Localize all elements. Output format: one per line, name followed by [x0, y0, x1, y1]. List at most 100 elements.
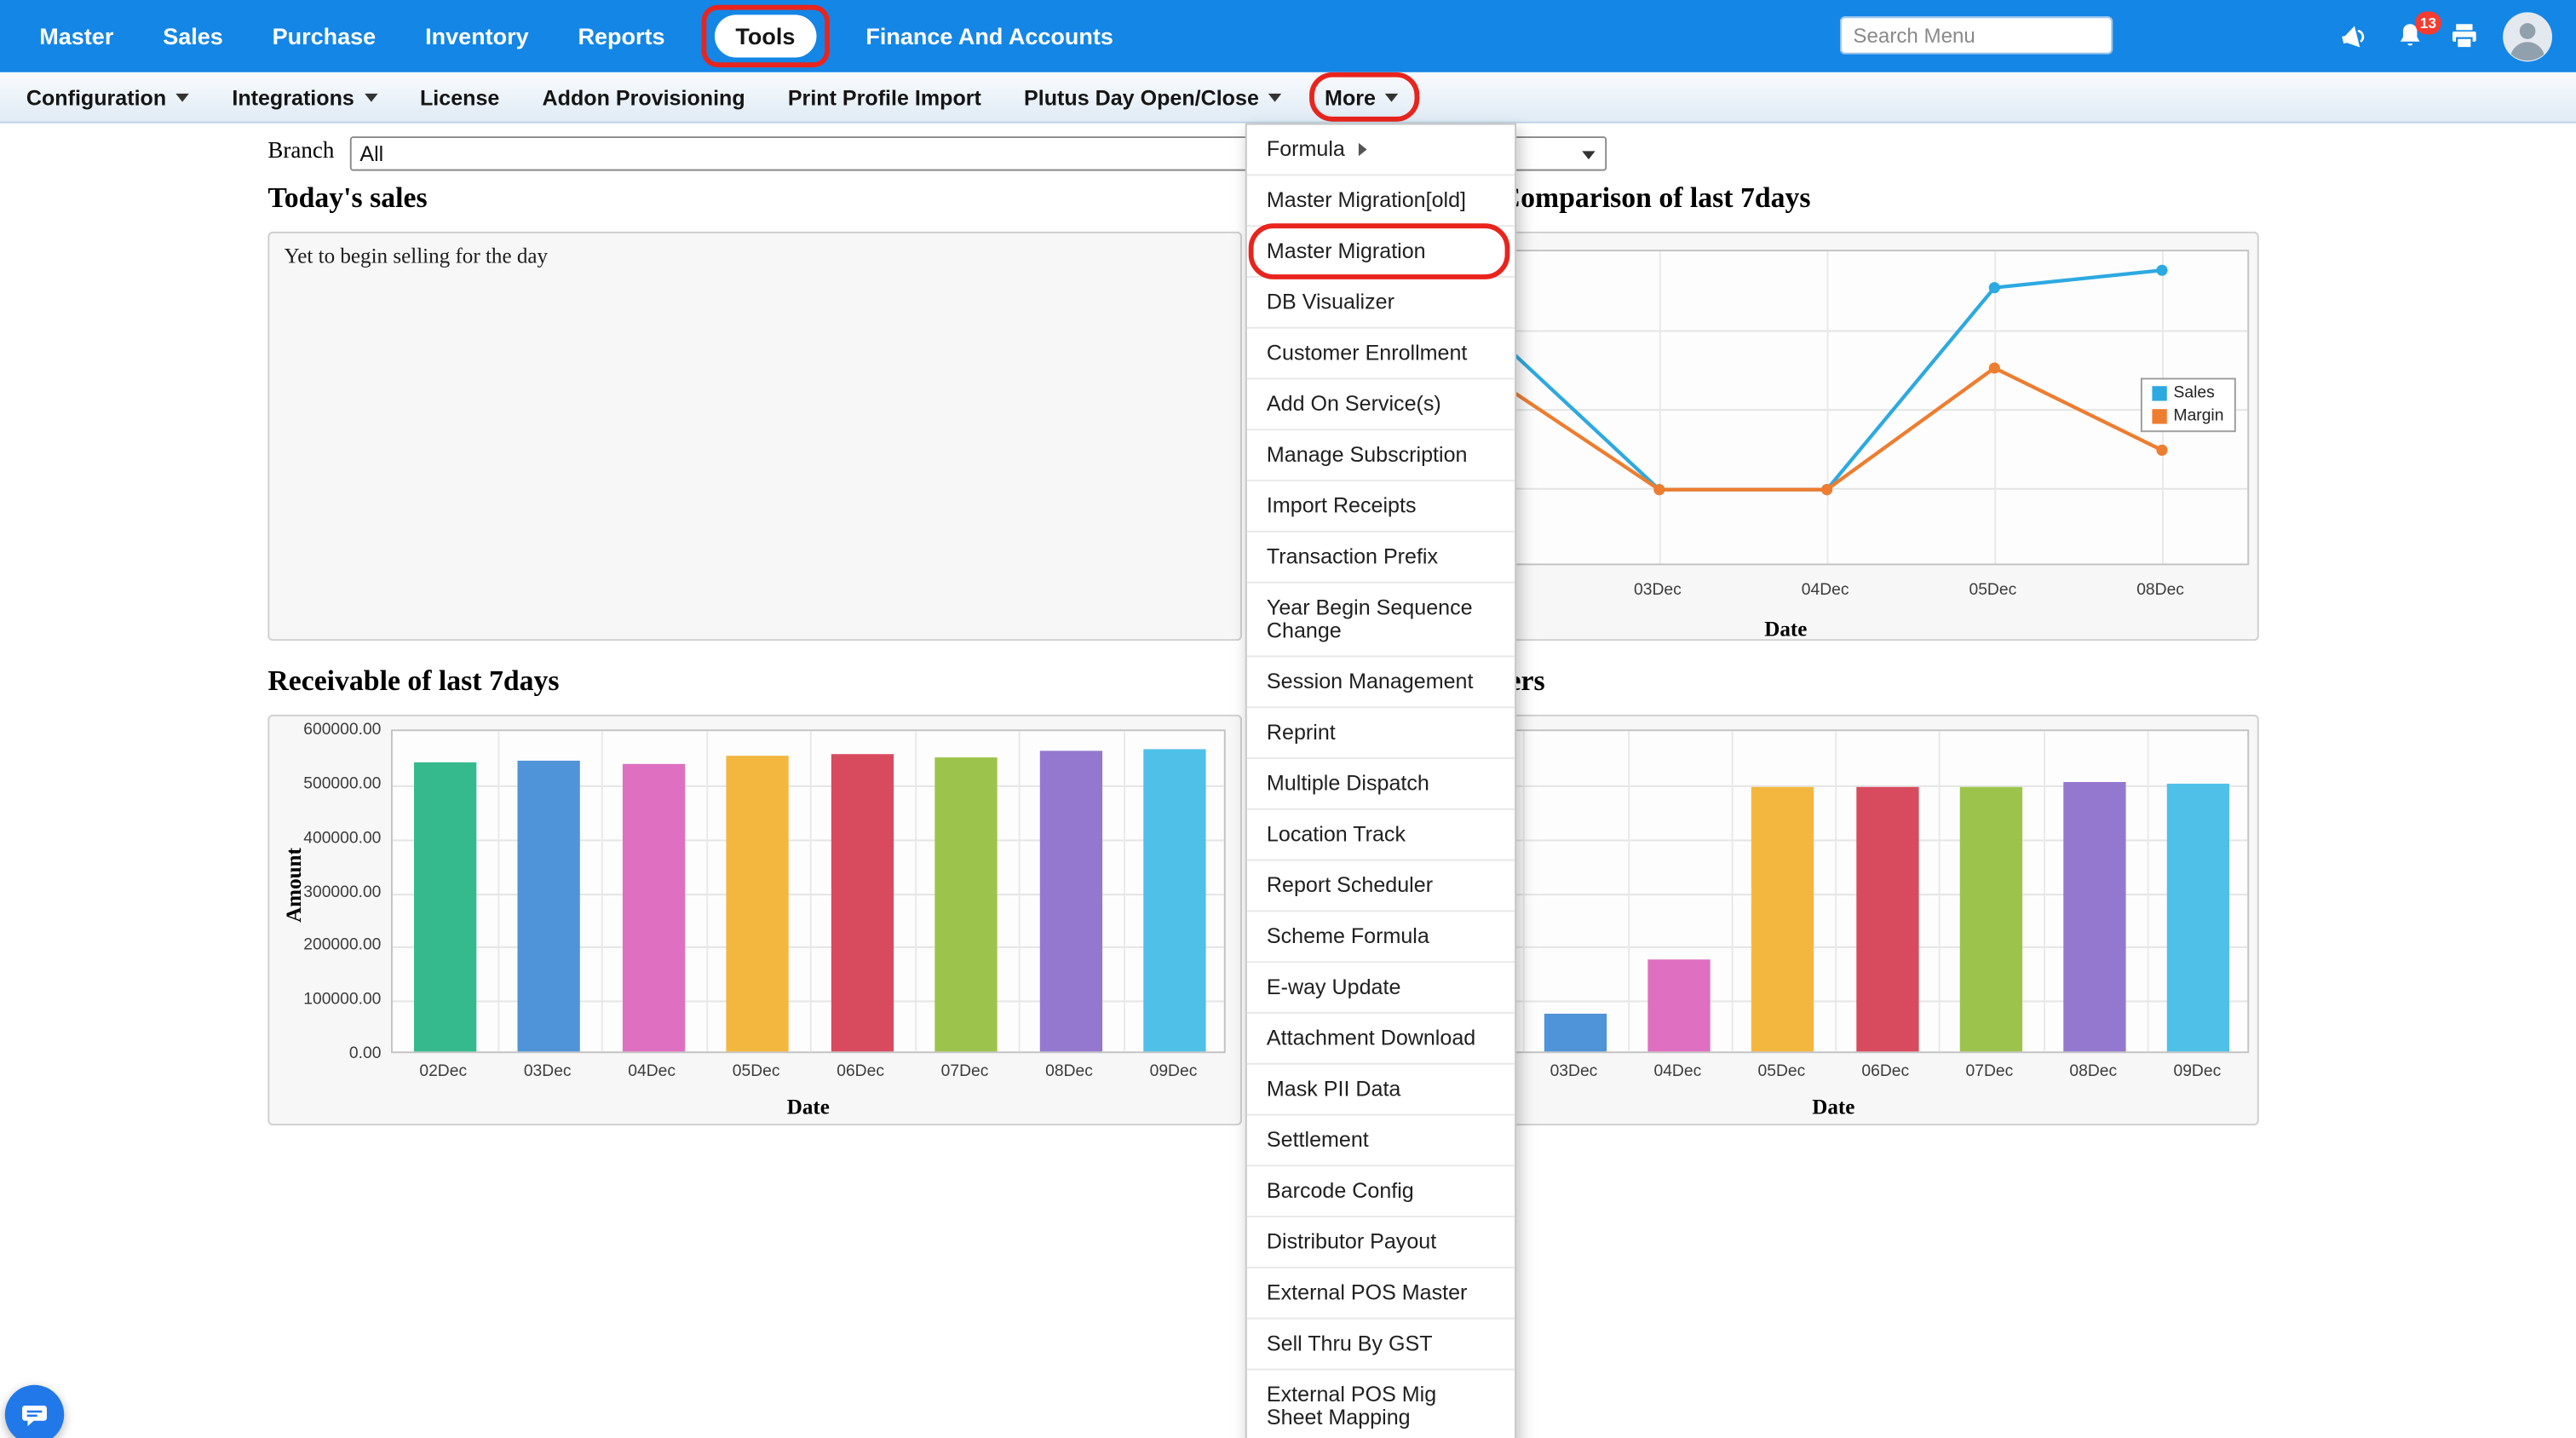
- menu-item-external-pos-master[interactable]: External POS Master: [1247, 1268, 1515, 1320]
- notification-badge: 13: [2415, 11, 2441, 34]
- menu-item-label: Barcode Config: [1267, 1180, 1414, 1203]
- menu-item-e-way-update[interactable]: E-way Update: [1247, 963, 1515, 1014]
- menu-item-manage-subscription[interactable]: Manage Subscription: [1247, 430, 1515, 481]
- menu-item-attachment-download[interactable]: Attachment Download: [1247, 1014, 1515, 1065]
- chat-widget-button[interactable]: [5, 1385, 64, 1438]
- printer-icon[interactable]: [2448, 20, 2481, 53]
- menu-item-distributor-payout[interactable]: Distributor Payout: [1247, 1217, 1515, 1268]
- bell-icon[interactable]: 13: [2394, 20, 2427, 53]
- chevron-down-icon: [1268, 93, 1281, 101]
- menu-item-external-pos-mig-sheet-mapping[interactable]: External POS Mig Sheet Mapping: [1247, 1370, 1515, 1438]
- subnav: Configuration Integrations License Addon Pr…: [0, 72, 2576, 124]
- menu-item-sell-thru-by-gst[interactable]: Sell Thru By GST: [1247, 1320, 1515, 1371]
- gridline: [1835, 731, 1837, 1051]
- receivable-plot: [391, 729, 1226, 1053]
- menu-item-master-migration-old[interactable]: Master Migration[old]: [1247, 175, 1515, 227]
- subnav-item-configuration[interactable]: Configuration: [26, 84, 189, 109]
- customers-plot: [1417, 729, 2249, 1053]
- menu-item-label: External POS Master: [1267, 1281, 1467, 1304]
- y-tick: 300000.00: [273, 883, 381, 901]
- topnav-item-inventory[interactable]: Inventory: [425, 23, 529, 49]
- menu-item-session-management[interactable]: Session Management: [1247, 657, 1515, 708]
- menu-item-mask-pii-data[interactable]: Mask PII Data: [1247, 1065, 1515, 1116]
- subnav-item-integrations[interactable]: Integrations: [232, 84, 377, 109]
- subnav-item-label: Plutus Day Open/Close: [1024, 84, 1259, 109]
- subnav-item-print-profile-import[interactable]: Print Profile Import: [788, 84, 981, 109]
- menu-item-multiple-dispatch[interactable]: Multiple Dispatch: [1247, 759, 1515, 810]
- topnav-item-purchase[interactable]: Purchase: [273, 23, 377, 49]
- bar-05Dec: [727, 756, 789, 1051]
- y-tick: 0.00: [273, 1045, 381, 1063]
- subnav-item-label: Configuration: [26, 84, 166, 109]
- gridline: [810, 731, 812, 1051]
- menu-item-formula[interactable]: Formula: [1247, 125, 1515, 176]
- menu-item-location-track[interactable]: Location Track: [1247, 810, 1515, 861]
- x-tick-03Dec: 03Dec: [1521, 1063, 1625, 1081]
- x-tick-06Dec: 06Dec: [1833, 1063, 1937, 1081]
- line-sales: [1492, 270, 2162, 489]
- menu-item-transaction-prefix[interactable]: Transaction Prefix: [1247, 532, 1515, 584]
- x-tick-04Dec: 04Dec: [600, 1063, 704, 1081]
- subnav-item-addon-provisioning[interactable]: Addon Provisioning: [543, 84, 745, 109]
- menu-item-import-receipts[interactable]: Import Receipts: [1247, 481, 1515, 532]
- topnav-item-reports[interactable]: Reports: [578, 23, 664, 49]
- menu-item-label: Location Track: [1267, 823, 1406, 846]
- menu-item-db-visualizer[interactable]: DB Visualizer: [1247, 278, 1515, 329]
- search-input[interactable]: [1840, 16, 2113, 54]
- point-margin-05Dec: [1989, 362, 2000, 373]
- point-margin-03Dec: [1653, 484, 1665, 495]
- x-tick-02Dec: 02Dec: [391, 1063, 495, 1081]
- menu-item-label: E-way Update: [1267, 976, 1400, 999]
- subnav-item-license[interactable]: License: [420, 84, 499, 109]
- customers-x-axis-label: Date: [1417, 1094, 2249, 1120]
- y-tick: 600000.00: [273, 722, 381, 739]
- menu-item-label: Scheme Formula: [1267, 925, 1429, 948]
- gridline: [1939, 731, 1941, 1051]
- subnav-item-plutus-day-open-close[interactable]: Plutus Day Open/Close: [1024, 84, 1282, 109]
- app-screen: Master Sales Purchase Inventory Reports Tools…: [0, 0, 2576, 1437]
- menu-item-customer-enrollment[interactable]: Customer Enrollment: [1247, 329, 1515, 380]
- topnav-item-sales[interactable]: Sales: [163, 23, 223, 49]
- point-margin-04Dec: [1821, 484, 1832, 495]
- topnav-item-tools[interactable]: Tools: [714, 14, 816, 57]
- menu-item-master-migration[interactable]: Master Migration: [1247, 227, 1515, 278]
- x-tick-03Dec: 03Dec: [495, 1063, 599, 1081]
- bar-07Dec: [1960, 787, 2022, 1051]
- branch-select-value: All: [359, 141, 383, 166]
- gridline: [1627, 731, 1629, 1051]
- bar-02Dec: [414, 762, 476, 1051]
- menu-item-label: DB Visualizer: [1267, 290, 1394, 313]
- menu-item-label: Manage Subscription: [1267, 444, 1468, 467]
- bar-09Dec: [1144, 750, 1206, 1052]
- menu-item-label: Sell Thru By GST: [1267, 1332, 1433, 1355]
- subnav-item-more[interactable]: More: [1325, 84, 1399, 109]
- menu-item-scheme-formula[interactable]: Scheme Formula: [1247, 912, 1515, 963]
- topnav-item-master[interactable]: Master: [39, 23, 113, 49]
- megaphone-icon[interactable]: [2337, 19, 2372, 53]
- topnav-item-finance-and-accounts[interactable]: Finance And Accounts: [865, 23, 1113, 49]
- menu-item-label: Multiple Dispatch: [1267, 772, 1429, 795]
- menu-item-label: Add On Service(s): [1267, 393, 1441, 416]
- menu-item-barcode-config[interactable]: Barcode Config: [1247, 1166, 1515, 1217]
- bar-06Dec: [831, 754, 893, 1051]
- menu-item-report-scheduler[interactable]: Report Scheduler: [1247, 861, 1515, 912]
- submenu-arrow-icon: [1358, 143, 1366, 156]
- no-sales-message: Yet to begin selling for the day: [285, 243, 548, 269]
- y-tick: 400000.00: [273, 829, 381, 847]
- menu-item-year-begin-sequence-change[interactable]: Year Begin Sequence Change: [1247, 584, 1515, 658]
- x-tick-08Dec: 08Dec: [1017, 1063, 1121, 1081]
- menu-item-settlement[interactable]: Settlement: [1247, 1115, 1515, 1166]
- bar-06Dec: [1856, 787, 1918, 1051]
- x-tick-04Dec: 04Dec: [1625, 1063, 1729, 1081]
- menu-item-label: Master Migration: [1267, 240, 1426, 263]
- y-tick: 200000.00: [273, 937, 381, 955]
- menu-item-label: Transaction Prefix: [1267, 545, 1438, 568]
- bar-04Dec: [1648, 959, 1711, 1051]
- bar-05Dec: [1752, 787, 1814, 1051]
- menu-item-add-on-service-s[interactable]: Add On Service(s): [1247, 379, 1515, 430]
- subnav-item-label: More: [1325, 84, 1376, 109]
- menu-item-reprint[interactable]: Reprint: [1247, 708, 1515, 759]
- x-tick-05Dec: 05Dec: [704, 1063, 808, 1081]
- topnav-menu: Master Sales Purchase Inventory Reports Tools…: [0, 14, 1113, 57]
- avatar[interactable]: [2502, 11, 2553, 62]
